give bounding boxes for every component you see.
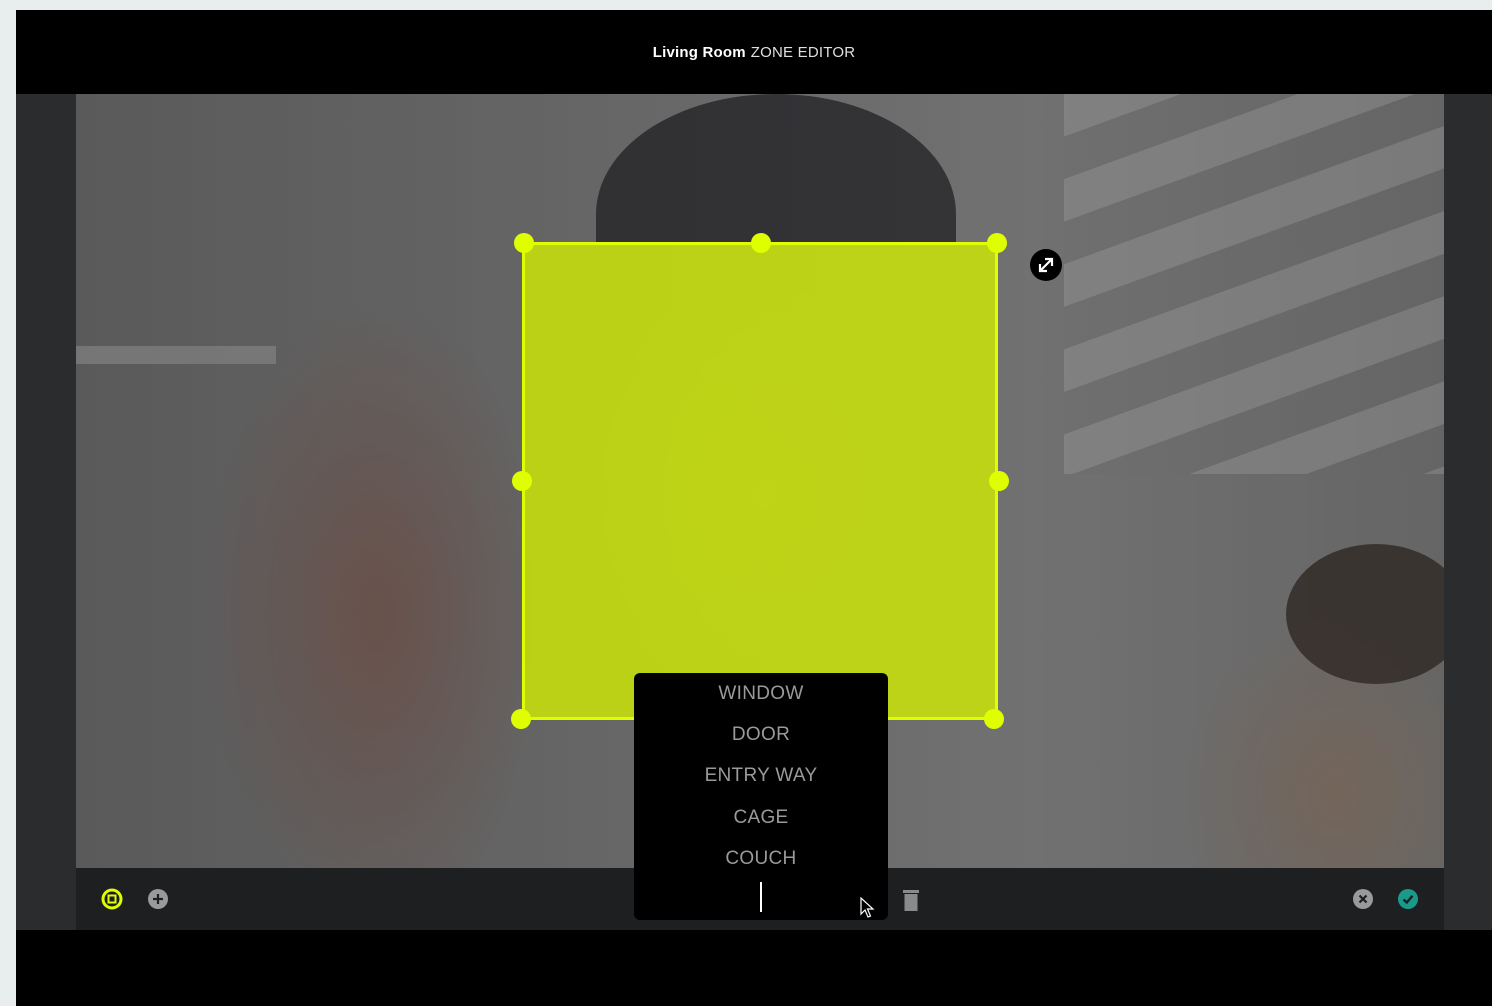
header: Living Room ZONE EDITOR bbox=[16, 10, 1492, 94]
footer bbox=[16, 930, 1492, 1006]
zone-label-input[interactable] bbox=[634, 873, 888, 915]
add-zone-icon[interactable] bbox=[147, 888, 169, 910]
mouse-pointer-icon bbox=[860, 896, 876, 919]
editor-title: ZONE EDITOR bbox=[750, 43, 856, 61]
zone-select-icon[interactable] bbox=[101, 888, 123, 910]
cancel-icon[interactable] bbox=[1352, 888, 1374, 910]
zone-label-options: WINDOW DOOR ENTRY WAY CAGE COUCH bbox=[634, 673, 888, 887]
zone-handle-top-right[interactable] bbox=[987, 233, 1007, 253]
zone-label-option[interactable]: DOOR bbox=[634, 722, 888, 763]
zone-handle-bottom-left[interactable] bbox=[511, 709, 531, 729]
zone-label-menu: WINDOW DOOR ENTRY WAY CAGE COUCH bbox=[634, 673, 888, 920]
zone-label-option[interactable]: WINDOW bbox=[634, 681, 888, 722]
room-name: Living Room bbox=[652, 43, 746, 61]
trash-icon[interactable] bbox=[902, 888, 920, 912]
detection-zone[interactable] bbox=[522, 242, 998, 720]
zone-handle-top-left[interactable] bbox=[514, 233, 534, 253]
zone-editor-window: Living Room ZONE EDITOR WINDOW DOOR ENTR… bbox=[16, 10, 1492, 1006]
confirm-icon[interactable] bbox=[1397, 888, 1419, 910]
expand-icon[interactable] bbox=[1030, 249, 1062, 281]
text-caret bbox=[760, 882, 762, 912]
zone-label-option[interactable]: CAGE bbox=[634, 805, 888, 846]
zone-handle-left[interactable] bbox=[512, 471, 532, 491]
zone-handle-right[interactable] bbox=[989, 471, 1009, 491]
zone-handle-top[interactable] bbox=[751, 233, 771, 253]
zone-handle-bottom-right[interactable] bbox=[984, 709, 1004, 729]
zone-label-option[interactable]: ENTRY WAY bbox=[634, 763, 888, 804]
